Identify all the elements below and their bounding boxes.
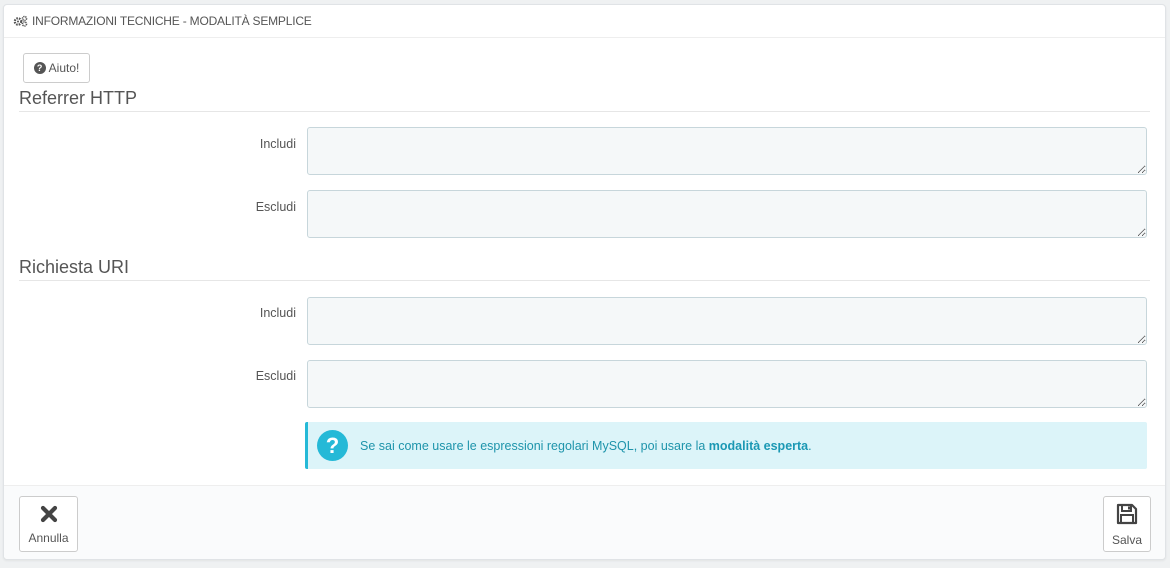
cancel-button-label: Annulla (28, 530, 69, 545)
cancel-button[interactable]: Annulla (19, 496, 78, 552)
alert-text-after: . (808, 438, 812, 453)
save-button[interactable]: Salva (1103, 496, 1151, 552)
panel-title: INFORMAZIONI TECNICHE - MODALITÀ SEMPLIC… (32, 14, 312, 28)
referrer-include-input[interactable] (307, 127, 1147, 175)
expert-mode-link[interactable]: modalità esperta (709, 439, 808, 453)
section-title-request-uri: Richiesta URI (19, 257, 1150, 281)
panel-footer: Annulla Salva (4, 485, 1165, 559)
field-label-referrer-include: Includi (259, 137, 296, 151)
technical-info-panel: INFORMAZIONI TECNICHE - MODALITÀ SEMPLIC… (3, 4, 1166, 560)
save-button-label: Salva (1111, 532, 1143, 547)
panel-heading: INFORMAZIONI TECNICHE - MODALITÀ SEMPLIC… (4, 5, 1165, 38)
help-button-label: Aiuto! (48, 61, 80, 75)
uri-include-input[interactable] (307, 297, 1147, 345)
close-icon (39, 504, 59, 527)
help-button[interactable]: ? Aiuto! (23, 53, 90, 83)
section-title-referrer: Referrer HTTP (19, 88, 1150, 112)
uri-exclude-input[interactable] (307, 360, 1147, 408)
field-label-referrer-exclude: Escludi (255, 200, 296, 214)
cogs-icon (13, 15, 29, 27)
referrer-exclude-input[interactable] (307, 190, 1147, 238)
field-label-uri-exclude: Escludi (255, 369, 296, 383)
info-alert: ? Se sai come usare le espressioni regol… (305, 422, 1147, 469)
question-icon: ? (317, 430, 348, 461)
alert-text: Se sai come usare le espressioni regolar… (360, 439, 812, 453)
floppy-disk-icon (1115, 502, 1139, 529)
question-circle-icon: ? (33, 62, 46, 74)
field-label-uri-include: Includi (259, 306, 296, 320)
alert-text-before: Se sai come usare le espressioni regolar… (360, 438, 709, 453)
